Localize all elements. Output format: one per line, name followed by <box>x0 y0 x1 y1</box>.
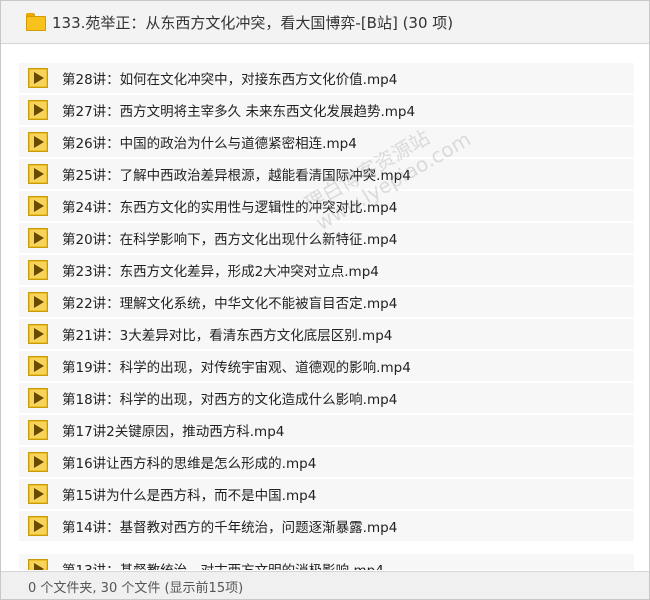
video-file-icon <box>28 356 48 376</box>
file-name: 第20讲：在科学影响下，西方文化出现什么新特征.mp4 <box>62 232 398 248</box>
file-name: 第18讲：科学的出现，对西方的文化造成什么影响.mp4 <box>62 392 398 408</box>
file-row[interactable]: 第19讲：科学的出现，对传统宇宙观、道德观的影响.mp4 <box>19 351 634 381</box>
file-row[interactable]: 第13讲：基督教统治，对古西方文明的消极影响.mp4 <box>19 554 634 570</box>
file-name: 第14讲：基督教对西方的千年统治，问题逐渐暴露.mp4 <box>62 520 398 536</box>
video-file-icon <box>28 132 48 152</box>
file-name: 第24讲：东西方文化的实用性与逻辑性的冲突对比.mp4 <box>62 200 398 216</box>
file-browser-window: 133.苑举正：从东西方文化冲突，看大国博弈-[B站] (30 项) 第28讲：… <box>0 0 650 600</box>
file-name: 第26讲：中国的政治为什么与道德紧密相连.mp4 <box>62 136 357 152</box>
file-row[interactable]: 第25讲：了解中西政治差异根源，越能看清国际冲突.mp4 <box>19 159 634 189</box>
video-file-icon <box>28 164 48 184</box>
folder-icon <box>26 13 46 31</box>
video-file-icon <box>28 324 48 344</box>
file-row[interactable]: 第27讲：西方文明将主宰多久 未来东西文化发展趋势.mp4 <box>19 95 634 125</box>
file-name: 第28讲：如何在文化冲突中，对接东西方文化价值.mp4 <box>62 72 398 88</box>
video-file-icon <box>28 228 48 248</box>
file-name: 第27讲：西方文明将主宰多久 未来东西文化发展趋势.mp4 <box>62 104 416 120</box>
file-row[interactable]: 第23讲：东西方文化差异，形成2大冲突对立点.mp4 <box>19 255 634 285</box>
file-name: 第15讲为什么是西方科，而不是中国.mp4 <box>62 488 317 504</box>
file-name: 第19讲：科学的出现，对传统宇宙观、道德观的影响.mp4 <box>62 360 411 376</box>
video-file-icon <box>28 420 48 440</box>
video-file-icon <box>28 196 48 216</box>
status-bar: 0 个文件夹, 30 个文件 (显示前15项) <box>1 571 649 599</box>
file-row[interactable]: 第22讲：理解文化系统，中华文化不能被盲目否定.mp4 <box>19 287 634 317</box>
folder-title: 133.苑举正：从东西方文化冲突，看大国博弈-[B站] (30 项) <box>52 13 454 32</box>
video-file-icon <box>28 388 48 408</box>
file-name: 第16讲让西方科的思维是怎么形成的.mp4 <box>62 456 317 472</box>
file-row[interactable]: 第14讲：基督教对西方的千年统治，问题逐渐暴露.mp4 <box>19 511 634 541</box>
file-row[interactable]: 第18讲：科学的出现，对西方的文化造成什么影响.mp4 <box>19 383 634 413</box>
video-file-icon <box>28 516 48 536</box>
file-name: 第21讲：3大差异对比，看清东西方文化底层区别.mp4 <box>62 328 393 344</box>
file-name: 第13讲：基督教统治，对古西方文明的消极影响.mp4 <box>62 559 384 570</box>
file-name: 第23讲：东西方文化差异，形成2大冲突对立点.mp4 <box>62 264 379 280</box>
file-name: 第25讲：了解中西政治差异根源，越能看清国际冲突.mp4 <box>62 168 411 184</box>
file-name: 第17讲2关键原因，推动西方科.mp4 <box>62 424 285 440</box>
video-file-icon <box>28 260 48 280</box>
video-file-icon <box>28 452 48 472</box>
video-file-icon <box>28 68 48 88</box>
status-text: 0 个文件夹, 30 个文件 (显示前15项) <box>28 580 244 596</box>
file-row[interactable]: 第17讲2关键原因，推动西方科.mp4 <box>19 415 634 445</box>
file-row[interactable]: 第16讲让西方科的思维是怎么形成的.mp4 <box>19 447 634 477</box>
file-row[interactable]: 第15讲为什么是西方科，而不是中国.mp4 <box>19 479 634 509</box>
video-file-icon <box>28 484 48 504</box>
video-file-icon <box>28 559 48 570</box>
file-row[interactable]: 第20讲：在科学影响下，西方文化出现什么新特征.mp4 <box>19 223 634 253</box>
file-row[interactable]: 第24讲：东西方文化的实用性与逻辑性的冲突对比.mp4 <box>19 191 634 221</box>
file-row[interactable]: 第21讲：3大差异对比，看清东西方文化底层区别.mp4 <box>19 319 634 349</box>
file-row[interactable]: 第26讲：中国的政治为什么与道德紧密相连.mp4 <box>19 127 634 157</box>
file-name: 第22讲：理解文化系统，中华文化不能被盲目否定.mp4 <box>62 296 398 312</box>
file-list: 第28讲：如何在文化冲突中，对接东西方文化价值.mp4 第27讲：西方文明将主宰… <box>1 44 649 570</box>
video-file-icon <box>28 292 48 312</box>
video-file-icon <box>28 100 48 120</box>
file-row[interactable]: 第28讲：如何在文化冲突中，对接东西方文化价值.mp4 <box>19 63 634 93</box>
title-bar: 133.苑举正：从东西方文化冲突，看大国博弈-[B站] (30 项) <box>1 1 649 44</box>
